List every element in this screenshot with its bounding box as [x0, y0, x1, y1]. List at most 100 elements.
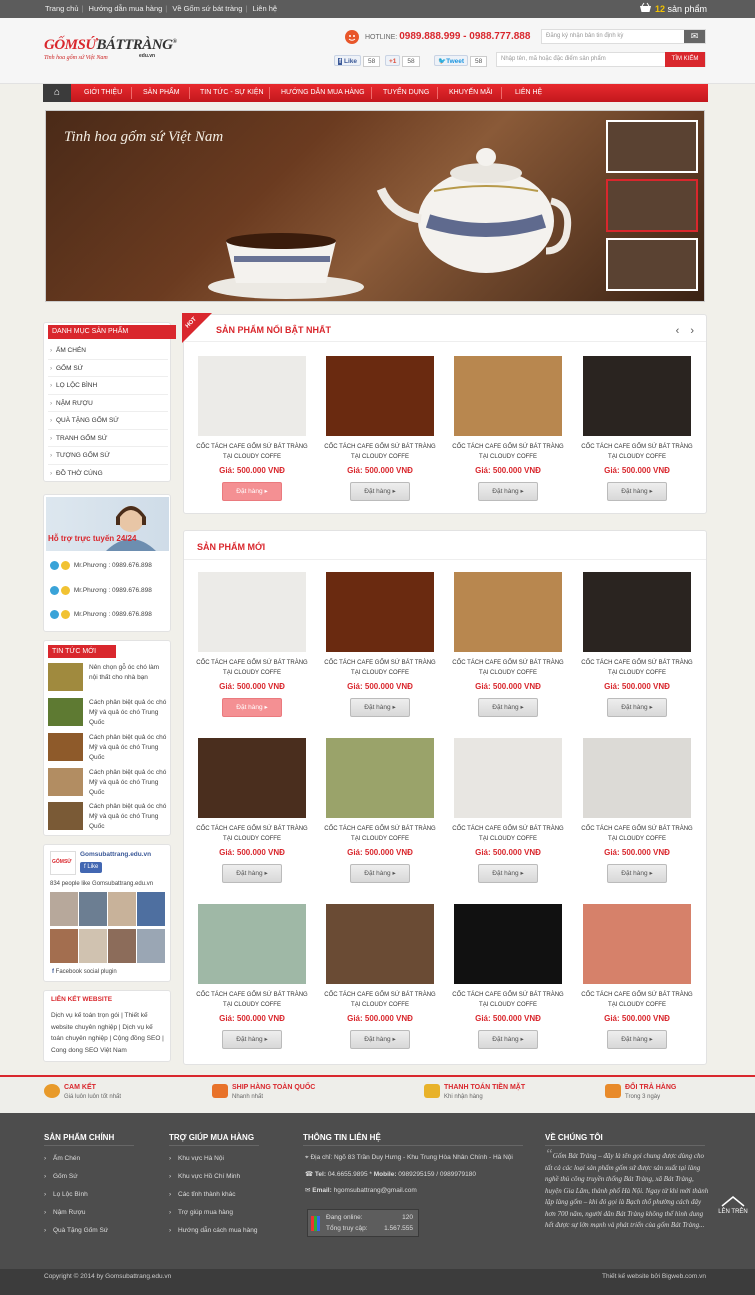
news-thumbnail[interactable]: [48, 768, 83, 796]
nav-item-contact[interactable]: LIÊN HỆ: [515, 84, 542, 102]
order-button[interactable]: Đặt hàng ▸: [607, 864, 667, 883]
footer-link[interactable]: Khu vực Hà Nội: [169, 1154, 224, 1163]
fb-page-like-button[interactable]: f Like: [80, 862, 103, 873]
back-to-top[interactable]: LÊN TRÊN: [715, 1195, 751, 1225]
fb-page-logo[interactable]: GỐMSỨ: [50, 851, 76, 875]
news-item-title[interactable]: Cách phân biệt quả óc chó Mỹ và quả óc c…: [89, 698, 167, 728]
yahoo-icon[interactable]: [61, 561, 70, 570]
hero-slider[interactable]: Tinh hoa gốm sứ Việt Nam: [45, 110, 705, 302]
order-button[interactable]: Đặt hàng ▸: [350, 698, 410, 717]
product-image[interactable]: [583, 904, 691, 984]
order-button[interactable]: Đặt hàng ▸: [607, 482, 667, 501]
product-image[interactable]: [454, 904, 562, 984]
news-item[interactable]: Cách phân biệt quả óc chó Mỹ và quả óc c…: [48, 768, 166, 800]
news-item-title[interactable]: Cách phân biệt quả óc chó Mỹ và quả óc c…: [89, 768, 167, 798]
fb-fan-avatar[interactable]: [79, 929, 107, 963]
slider-thumb-2[interactable]: [606, 179, 698, 232]
fb-fan-avatar[interactable]: [108, 892, 136, 926]
product-card[interactable]: CỐC TÁCH CAFE GỐM SỨ BÁT TRÀNG TẠI CLOUD…: [448, 572, 564, 724]
order-button[interactable]: Đặt hàng ▸: [350, 864, 410, 883]
news-thumbnail[interactable]: [48, 663, 83, 691]
gplus-widget[interactable]: +1 58: [385, 55, 420, 67]
slider-thumb-1[interactable]: [606, 120, 698, 173]
fb-page-name[interactable]: Gomsubattrang.edu.vn: [80, 851, 151, 858]
order-button[interactable]: Đặt hàng ▸: [222, 698, 282, 717]
product-image[interactable]: [583, 356, 691, 436]
product-name[interactable]: CỐC TÁCH CAFE GỐM SỨ BÁT TRÀNG TẠI CLOUD…: [320, 442, 440, 462]
category-item[interactable]: ẤM CHÉN: [48, 342, 168, 360]
product-image[interactable]: [326, 738, 434, 818]
news-item[interactable]: Cách phân biệt quả óc chó Mỹ và quả óc c…: [48, 698, 166, 730]
footer-link[interactable]: Khu vực Hồ Chí Minh: [169, 1172, 240, 1181]
carousel-arrows[interactable]: ‹ ›: [676, 325, 698, 337]
product-image[interactable]: [583, 738, 691, 818]
yahoo-icon[interactable]: [61, 586, 70, 595]
order-button[interactable]: Đặt hàng ▸: [607, 1030, 667, 1049]
order-button[interactable]: Đặt hàng ▸: [478, 1030, 538, 1049]
product-name[interactable]: CỐC TÁCH CAFE GỐM SỨ BÁT TRÀNG TẠI CLOUD…: [577, 658, 697, 678]
designer-credit[interactable]: Thiết kế website bởi Bigweb.com.vn: [602, 1273, 706, 1280]
product-name[interactable]: CỐC TÁCH CAFE GỐM SỨ BÁT TRÀNG TẠI CLOUD…: [577, 990, 697, 1010]
order-button[interactable]: Đặt hàng ▸: [222, 864, 282, 883]
order-button[interactable]: Đặt hàng ▸: [478, 864, 538, 883]
product-image[interactable]: [454, 572, 562, 652]
order-button[interactable]: Đặt hàng ▸: [478, 482, 538, 501]
top-link-contact[interactable]: Liên hệ: [252, 4, 277, 13]
category-item[interactable]: LỌ LỘC BÌNH: [48, 377, 168, 395]
footer-link[interactable]: Các tỉnh thành khác: [169, 1190, 235, 1199]
product-card[interactable]: CỐC TÁCH CAFE GỐM SỨ BÁT TRÀNG TẠI CLOUD…: [320, 904, 436, 1056]
product-card[interactable]: CỐC TÁCH CAFE GỐM SỨ BÁT TRÀNG TẠI CLOUD…: [320, 572, 436, 724]
product-card[interactable]: CỐC TÁCH CAFE GỐM SỨ BÁT TRÀNG TẠI CLOUD…: [320, 738, 436, 890]
fb-like-button[interactable]: f Like: [334, 55, 361, 66]
fb-fan-avatar[interactable]: [50, 929, 78, 963]
nav-item-guide[interactable]: HƯỚNG DẪN MUA HÀNG: [281, 84, 365, 102]
subscribe-input[interactable]: Đăng ký nhận bản tin định kỳ: [546, 33, 623, 39]
news-thumbnail[interactable]: [48, 733, 83, 761]
footer-link[interactable]: Hướng dẫn cách mua hàng: [169, 1226, 257, 1235]
product-card[interactable]: CỐC TÁCH CAFE GỐM SỨ BÁT TRÀNG TẠI CLOUD…: [577, 572, 693, 724]
product-card[interactable]: CỐC TÁCH CAFE GỐM SỨ BÁT TRÀNG TẠI CLOUD…: [192, 738, 308, 890]
fb-fan-avatar[interactable]: [108, 929, 136, 963]
footer-link[interactable]: Ấm Chén: [44, 1154, 80, 1163]
news-item-title[interactable]: Nên chọn gỗ óc chó làm nội thất cho nhà …: [89, 663, 167, 683]
fb-fan-avatar[interactable]: [137, 892, 165, 926]
top-link-home[interactable]: Trang chủ: [45, 4, 79, 13]
category-item[interactable]: QUÀ TẶNG GỐM SỨ: [48, 412, 168, 430]
product-card[interactable]: CỐC TÁCH CAFE GỐM SỨ BÁT TRÀNG TẠI CLOUD…: [577, 738, 693, 890]
product-card[interactable]: CỐC TÁCH CAFE GỐM SỨ BÁT TRÀNG TẠI CLOUD…: [448, 356, 564, 508]
footer-link[interactable]: Lọ Lộc Bình: [44, 1190, 88, 1199]
product-name[interactable]: CỐC TÁCH CAFE GỐM SỨ BÁT TRÀNG TẠI CLOUD…: [577, 442, 697, 462]
category-item[interactable]: NẬM RƯỢU: [48, 395, 168, 412]
order-button[interactable]: Đặt hàng ▸: [478, 698, 538, 717]
order-button[interactable]: Đặt hàng ▸: [222, 1030, 282, 1049]
product-card[interactable]: CỐC TÁCH CAFE GỐM SỨ BÁT TRÀNG TẠI CLOUD…: [320, 356, 436, 508]
nav-home-button[interactable]: ⌂: [43, 84, 71, 102]
support-contact[interactable]: Mr.Phương : 0989.676.898: [50, 586, 152, 595]
news-thumbnail[interactable]: [48, 698, 83, 726]
top-link-guide[interactable]: Hướng dẫn mua hàng: [89, 4, 163, 13]
news-item[interactable]: Nên chọn gỗ óc chó làm nội thất cho nhà …: [48, 663, 166, 695]
product-image[interactable]: [198, 904, 306, 984]
fb-fan-avatar[interactable]: [50, 892, 78, 926]
fb-like-widget[interactable]: f Like 58: [334, 55, 381, 67]
product-image[interactable]: [454, 738, 562, 818]
product-image[interactable]: [583, 572, 691, 652]
fb-fan-avatar[interactable]: [79, 892, 107, 926]
order-button[interactable]: Đặt hàng ▸: [350, 482, 410, 501]
nav-item-products[interactable]: SẢN PHẨM: [143, 84, 180, 102]
top-link-about[interactable]: Về Gốm sứ bát tràng: [172, 4, 242, 13]
order-button[interactable]: Đặt hàng ▸: [350, 1030, 410, 1049]
cart-widget[interactable]: 12 sản phẩm: [639, 2, 707, 14]
product-name[interactable]: CỐC TÁCH CAFE GỐM SỨ BÁT TRÀNG TẠI CLOUD…: [192, 442, 312, 462]
product-name[interactable]: CỐC TÁCH CAFE GỐM SỨ BÁT TRÀNG TẠI CLOUD…: [320, 990, 440, 1010]
links-text[interactable]: Dịch vụ kế toán trọn gói | Thiết kế webs…: [51, 1010, 167, 1056]
yahoo-icon[interactable]: [61, 610, 70, 619]
product-image[interactable]: [326, 904, 434, 984]
news-thumbnail[interactable]: [48, 802, 83, 830]
product-image[interactable]: [326, 572, 434, 652]
news-item-title[interactable]: Cách phân biệt quả óc chó Mỹ và quả óc c…: [89, 802, 167, 832]
category-item[interactable]: TƯỢNG GỐM SỨ: [48, 447, 168, 465]
subscribe-button[interactable]: ✉: [684, 30, 705, 43]
footer-link[interactable]: Trợ giúp mua hàng: [169, 1208, 233, 1217]
product-image[interactable]: [326, 356, 434, 436]
